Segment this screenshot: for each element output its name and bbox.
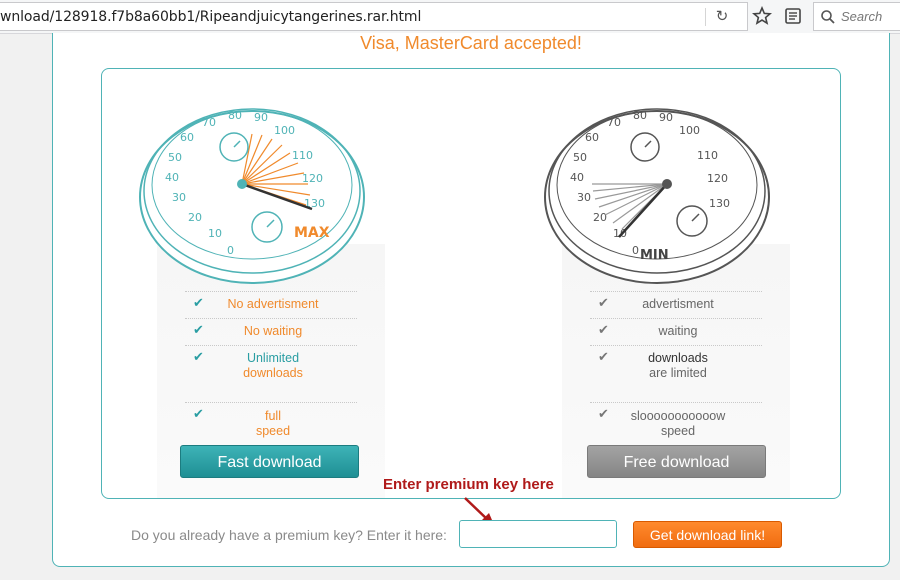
- tick-label: 120: [302, 172, 323, 185]
- fast-download-button[interactable]: Fast download: [180, 445, 359, 478]
- browser-toolbar: wnload/128918.f7b8a60bb1/Ripeandjuicytan…: [0, 0, 900, 34]
- tick-label: 60: [180, 131, 194, 144]
- tick-label: 90: [254, 111, 268, 124]
- feature-text: advertisment: [642, 297, 714, 311]
- search-placeholder: Search: [841, 9, 883, 24]
- tick-label: 60: [585, 131, 599, 144]
- feature-text: waiting: [658, 324, 698, 338]
- feature-text: slooooooooooow: [630, 409, 726, 423]
- tick-label: 70: [607, 116, 621, 129]
- tick-label: 30: [577, 191, 591, 204]
- feature-text: No waiting: [243, 324, 303, 338]
- feature-item: ✔ full speed: [185, 402, 357, 443]
- url-bar[interactable]: wnload/128918.f7b8a60bb1/Ripeandjuicytan…: [0, 2, 748, 31]
- tick-label: 0: [227, 244, 234, 257]
- feature-text: Unlimited: [246, 351, 300, 365]
- tick-label: 100: [679, 124, 700, 137]
- url-text[interactable]: wnload/128918.f7b8a60bb1/Ripeandjuicytan…: [0, 9, 421, 25]
- tick-label: 20: [188, 211, 202, 224]
- free-gauge-label: MIN: [640, 248, 669, 263]
- checkmark-icon: ✔: [598, 349, 609, 364]
- feature-item: ✔ slooooooooooow speed: [590, 402, 762, 443]
- tick-label: 10: [208, 227, 222, 240]
- download-page: Visa, MasterCard accepted! 0 10 20 30 40…: [52, 33, 890, 567]
- feature-text: No advertisment: [227, 297, 319, 311]
- url-separator: [705, 8, 706, 26]
- download-options-panel: 0 10 20 30 40 50 60 70 80 90 100 110 120…: [101, 68, 841, 499]
- bookmark-star-icon[interactable]: [752, 6, 772, 26]
- tick-label: 120: [707, 172, 728, 185]
- reader-view-icon[interactable]: [783, 6, 803, 26]
- feature-item: ✔ advertisment: [590, 291, 762, 318]
- reload-icon[interactable]: ↻: [712, 7, 732, 27]
- tick-label: 40: [570, 171, 584, 184]
- tick-label: 110: [292, 149, 313, 162]
- tick-label: 20: [593, 211, 607, 224]
- checkmark-icon: ✔: [193, 295, 204, 310]
- tick-label: 40: [165, 171, 179, 184]
- feature-item: ✔ Unlimited downloads: [185, 345, 357, 402]
- feature-item: ✔ No advertisment: [185, 291, 357, 318]
- premium-key-input[interactable]: [459, 520, 617, 548]
- checkmark-icon: ✔: [193, 406, 204, 421]
- feature-text: downloads: [243, 366, 303, 380]
- checkmark-icon: ✔: [193, 349, 204, 364]
- feature-text: are limited: [649, 366, 707, 380]
- tick-label: 70: [202, 116, 216, 129]
- premium-key-prompt: Do you already have a premium key? Enter…: [131, 527, 447, 543]
- feature-text: full: [265, 409, 281, 423]
- feature-item: ✔ downloads are limited: [590, 345, 762, 402]
- premium-key-annotation: Enter premium key here: [383, 476, 554, 493]
- free-speed-gauge: 0 10 20 30 40 50 60 70 80 90 100 110 120…: [544, 108, 770, 284]
- feature-text: speed: [660, 424, 696, 438]
- feature-text: speed: [255, 424, 291, 438]
- tick-label: 100: [274, 124, 295, 137]
- tick-label: 80: [633, 109, 647, 122]
- fast-speed-gauge: 0 10 20 30 40 50 60 70 80 90 100 110 120…: [139, 108, 365, 284]
- tick-label: 50: [168, 151, 182, 164]
- tick-label: 90: [659, 111, 673, 124]
- feature-text: downloads: [648, 351, 708, 365]
- feature-item: ✔ No waiting: [185, 318, 357, 345]
- free-download-button[interactable]: Free download: [587, 445, 766, 478]
- tick-label: 130: [709, 197, 730, 210]
- checkmark-icon: ✔: [598, 322, 609, 337]
- checkmark-icon: ✔: [193, 322, 204, 337]
- tick-label: 50: [573, 151, 587, 164]
- search-icon: [821, 10, 835, 24]
- payment-accepted-text: Visa, MasterCard accepted!: [360, 33, 582, 53]
- checkmark-icon: ✔: [598, 406, 609, 421]
- tick-label: 80: [228, 109, 242, 122]
- tick-label: 110: [697, 149, 718, 162]
- feature-item: ✔ waiting: [590, 318, 762, 345]
- search-box[interactable]: Search: [813, 2, 900, 31]
- get-download-link-button[interactable]: Get download link!: [633, 521, 782, 548]
- tick-label: 30: [172, 191, 186, 204]
- checkmark-icon: ✔: [598, 295, 609, 310]
- tick-label: 0: [632, 244, 639, 257]
- fast-gauge-label: MAX: [294, 225, 330, 241]
